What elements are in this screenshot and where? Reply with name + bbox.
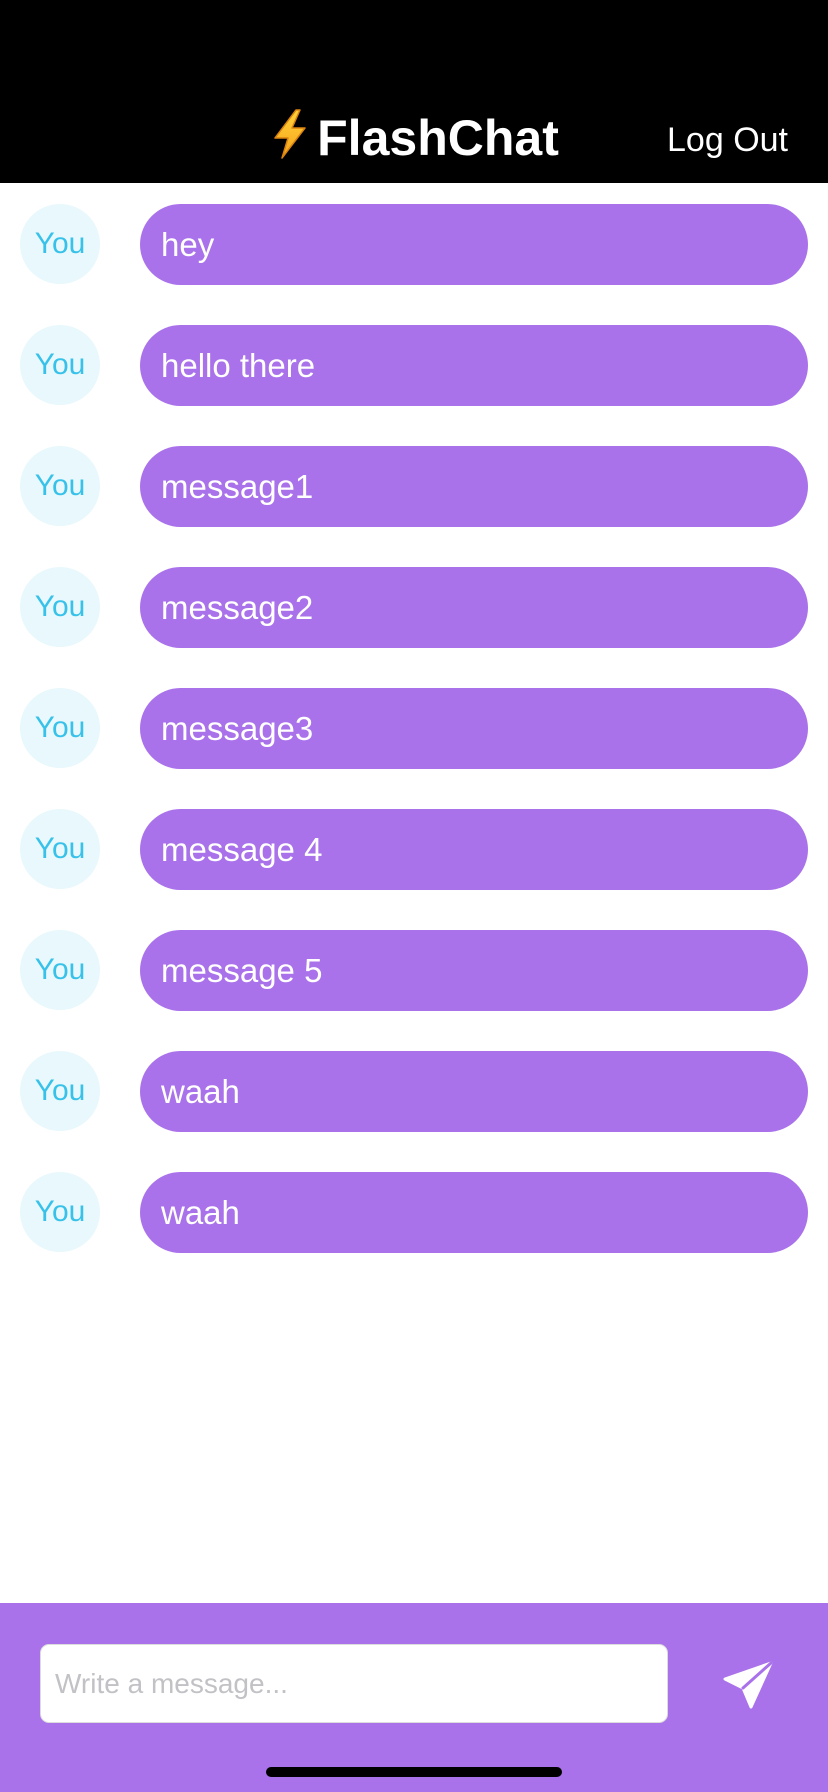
message-bubble: message1 (140, 446, 808, 527)
message-input[interactable] (40, 1644, 668, 1723)
lightning-bolt-icon (274, 109, 306, 159)
sender-avatar: You (20, 930, 100, 1010)
sender-avatar: You (20, 1051, 100, 1131)
sender-avatar: You (20, 446, 100, 526)
paper-plane-icon[interactable] (718, 1657, 778, 1713)
sender-avatar: You (20, 325, 100, 405)
app-title-text: FlashChat (317, 109, 559, 166)
message-bubble: hello there (140, 325, 808, 406)
sender-avatar: You (20, 1172, 100, 1252)
sender-avatar: You (20, 688, 100, 768)
message-row: You message 4 (0, 809, 828, 890)
message-row: You message 5 (0, 930, 828, 1011)
message-row: You waah (0, 1172, 828, 1253)
message-bubble: message 5 (140, 930, 808, 1011)
message-row: You waah (0, 1051, 828, 1132)
message-row: You message3 (0, 688, 828, 769)
log-out-button[interactable]: Log Out (667, 116, 788, 164)
sender-avatar: You (20, 809, 100, 889)
message-row: You message2 (0, 567, 828, 648)
message-bubble: hey (140, 204, 808, 285)
sender-avatar: You (20, 204, 100, 284)
home-indicator (266, 1767, 562, 1777)
message-row: You hello there (0, 325, 828, 406)
message-row: You hey (0, 204, 828, 285)
message-bubble: message3 (140, 688, 808, 769)
sender-avatar: You (20, 567, 100, 647)
message-bubble: message2 (140, 567, 808, 648)
message-bubble: waah (140, 1172, 808, 1253)
message-list[interactable]: You hey You hello there You message1 You… (0, 183, 828, 1603)
message-bubble: message 4 (140, 809, 808, 890)
nav-bar: FlashChat Log Out (0, 0, 828, 183)
message-row: You message1 (0, 446, 828, 527)
message-composer (0, 1603, 828, 1792)
message-bubble: waah (140, 1051, 808, 1132)
